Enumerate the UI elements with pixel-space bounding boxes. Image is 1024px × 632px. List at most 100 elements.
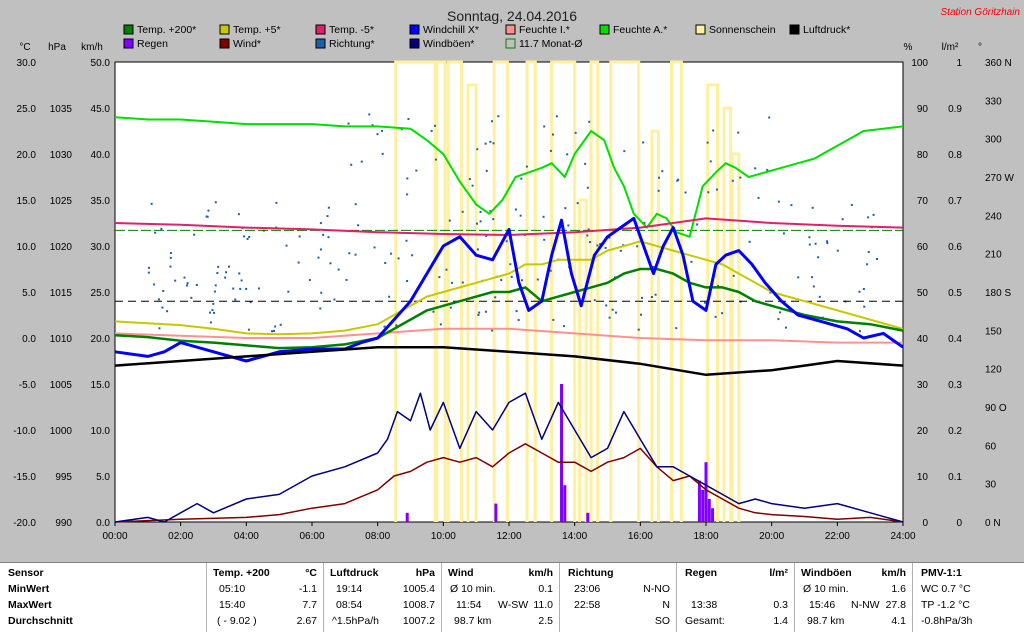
direction-point [491,329,494,332]
direction-point [415,169,418,172]
direction-point [439,323,442,326]
direction-point [333,298,336,301]
direction-point [732,274,735,277]
direction-point [797,276,800,279]
direction-point [505,240,508,243]
direction-point [327,236,330,239]
rain-tick-2: 0.8 [948,150,962,161]
weather-chart: Sonntag, 24.04.2016 Station Göritzhain T… [0,0,1024,562]
direction-point [405,239,408,242]
direction-point [521,279,524,282]
hpa-tick-4: 1015 [50,288,73,299]
direction-point [484,310,487,313]
rain-bar-6 [701,489,705,522]
gust-avg-value: 4.1 [891,615,906,627]
legend-swatch-feuchte-i [505,24,516,35]
direction-point [862,287,865,290]
direction-avg-value: SO [654,615,670,627]
direction-point [450,281,453,284]
gust-max-time: 15:46 [809,599,836,611]
direction-point [536,278,539,281]
pressure-header: Luftdruck [330,567,379,579]
stats-sensor-col: Sensor MinWert MaxWert Durchschnitt [0,563,88,632]
direction-point [658,176,661,179]
direction-point [872,213,875,216]
direction-point [354,253,357,256]
rain-bar-1 [494,503,498,522]
legend-label-temp-5: Temp. +5* [233,24,281,36]
direction-point [739,176,742,179]
direction-point [808,243,811,246]
direction-point [271,330,274,333]
stats-rain-col: Regen l/m² 13:38 0.3 Gesamt: 1.4 [676,563,794,632]
direction-point [327,206,330,209]
hpa-tick-9: 990 [55,518,72,529]
legend-label-feuchte-i: Feuchte I.* [519,24,570,36]
gust-min-label: Ø 10 min. [803,583,849,595]
stats-temp-col: Temp. +200 °C 05:10 -1.1 15:40 7.7 ( - 9… [206,563,323,632]
kmh-tick-9: 5.0 [96,472,110,483]
direction-point [520,177,523,180]
direction-point [586,234,589,237]
pmv-windchill: WC 0.7 °C [921,583,971,595]
direction-point [866,263,869,266]
legend-label-11-7-monat: 11.7 Monat-Ø [519,38,582,50]
direction-point [478,311,481,314]
temp-unit: °C [305,567,317,579]
temp-tick-0: 30.0 [17,58,37,69]
direction-point [543,238,546,241]
legend-swatch-temp-200 [123,24,134,35]
direction-point [438,276,441,279]
direction-max-value: N [662,599,670,611]
direction-point [154,231,157,234]
percent-tick-8: 20 [917,426,929,437]
direction-point [782,232,785,235]
unit-label-0: °C [19,42,30,53]
rain-tick-10: 0 [956,518,962,529]
unit-label-1: hPa [48,42,66,53]
direction-point [709,160,712,163]
hpa-tick-6: 1005 [50,380,73,391]
direction-point [784,326,787,329]
stats-wind-col: Wind km/h Ø 10 min. 0.1 11:54 W-SW 11.0 … [441,563,559,632]
direction-point [790,204,793,207]
direction-point [814,242,817,245]
direction-point [208,311,211,314]
temp-tick-1: 25.0 [17,104,37,115]
direction-point [448,219,451,222]
direction-point [381,129,384,132]
percent-tick-4: 60 [917,242,929,253]
direction-point [721,312,724,315]
pressure-max-time: 08:54 [336,599,363,611]
temp-tick-3: 15.0 [17,196,37,207]
hpa-tick-8: 995 [55,472,72,483]
gust-unit: km/h [881,567,906,579]
direction-point [350,163,353,166]
direction-point [593,299,596,302]
direction-point [476,248,479,251]
direction-max-time: 22:58 [574,599,601,611]
direction-point [347,122,350,125]
gust-header: Windböen [801,567,852,579]
legend-swatch-windböen [409,38,420,49]
x-tick-4: 08:00 [365,531,390,542]
percent-tick-3: 70 [917,196,929,207]
legend-label-windchill-x: Windchill X* [423,24,479,36]
legend-label-windböen: Windböen* [423,38,474,50]
direction-tick-9: 90 O [985,403,1007,414]
kmh-tick-4: 30.0 [91,242,111,253]
station-name: Station Göritzhain [941,7,1021,18]
wind-min-value: 0.1 [538,583,553,595]
direction-point [411,254,414,257]
direction-tick-7: 150 [985,326,1002,337]
pressure-unit: hPa [415,567,435,579]
direction-point [826,240,829,243]
direction-point [214,284,217,287]
pressure-min-value: 1005.4 [402,583,435,595]
direction-point [841,218,844,221]
direction-point [619,249,622,252]
x-tick-8: 16:00 [628,531,653,542]
direction-point [468,178,471,181]
rain-bar-4 [586,512,590,522]
x-tick-3: 06:00 [299,531,324,542]
